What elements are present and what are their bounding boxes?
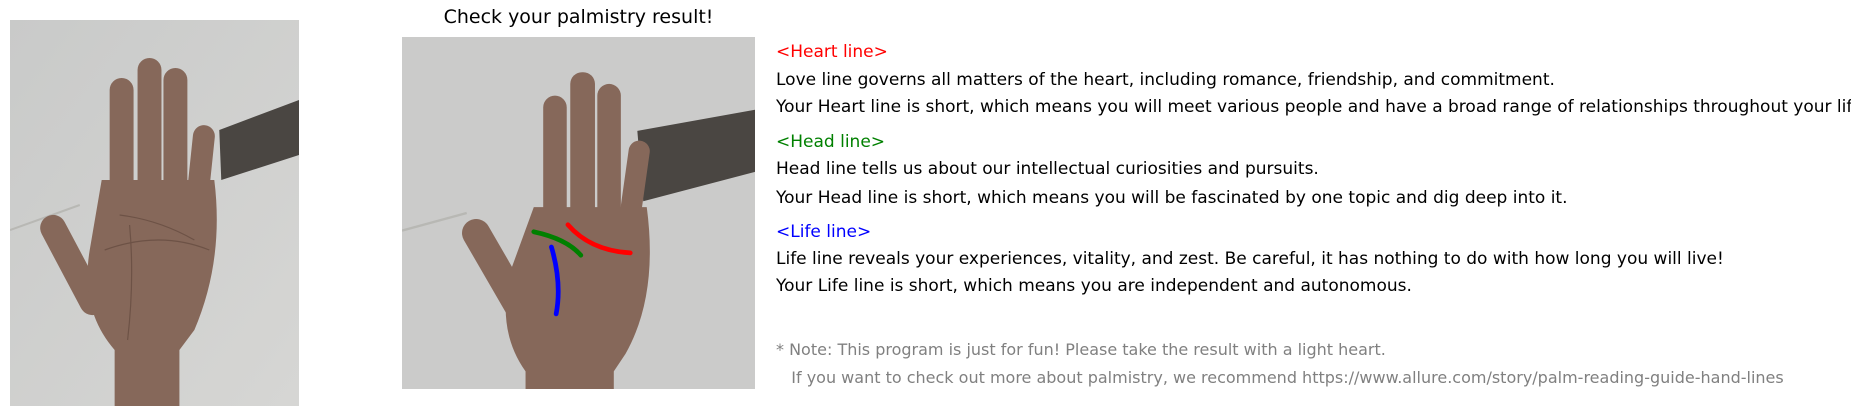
head-line-heading: <Head line>	[776, 132, 886, 152]
life-line-description: Life line reveals your experiences, vita…	[776, 249, 1724, 269]
life-line-heading: <Life line>	[776, 222, 872, 242]
heart-line-description: Love line governs all matters of the hea…	[776, 70, 1555, 90]
life-line-result: Your Life line is short, which means you…	[776, 276, 1412, 296]
heart-line-heading: <Heart line>	[776, 42, 888, 62]
input-hand-photo	[10, 20, 299, 406]
palmistry-link-note: If you want to check out more about palm…	[776, 368, 1784, 387]
result-title: Check your palmistry result!	[443, 6, 714, 28]
head-line-result: Your Head line is short, which means you…	[776, 188, 1568, 208]
heart-line-result: Your Heart line is short, which means yo…	[776, 97, 1851, 117]
head-line-description: Head line tells us about our intellectua…	[776, 159, 1319, 179]
result-hand-photo	[402, 37, 755, 389]
fun-note: * Note: This program is just for fun! Pl…	[776, 340, 1386, 359]
